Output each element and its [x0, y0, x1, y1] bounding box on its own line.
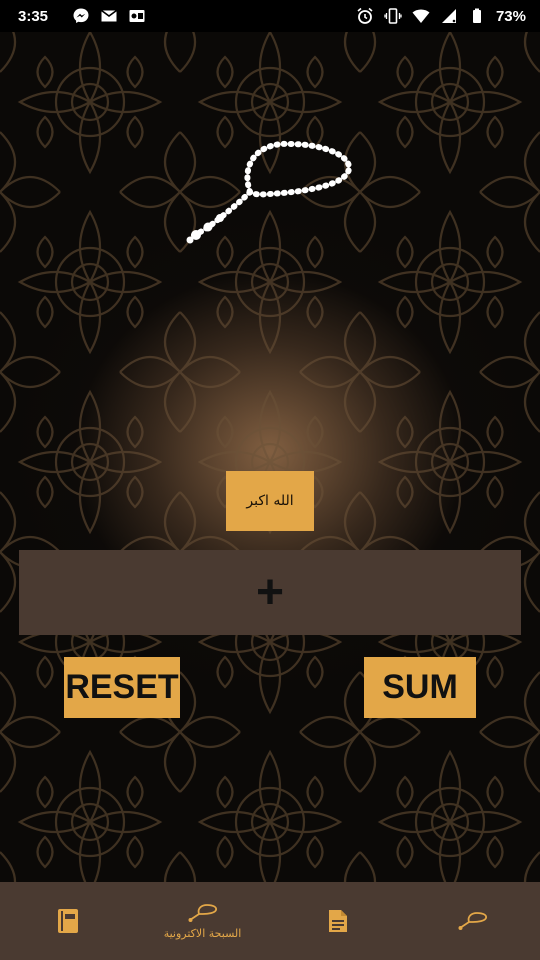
increment-button[interactable]: +	[19, 550, 521, 635]
vibrate-icon	[384, 8, 402, 24]
document-icon	[328, 910, 347, 932]
bottom-navigation: السبحة الاكترونية	[0, 882, 540, 960]
nav-item-book[interactable]	[0, 882, 135, 960]
signal-icon	[441, 9, 456, 23]
tasbih-beads-image	[186, 140, 352, 244]
nav-item-electronic-tasbih[interactable]: السبحة الاكترونية	[135, 882, 270, 960]
nav-item-document[interactable]	[270, 882, 405, 960]
gmail-icon	[101, 9, 118, 22]
status-time: 3:35	[18, 7, 49, 25]
nav-item-tasbih[interactable]	[405, 882, 540, 960]
book-icon	[57, 909, 78, 933]
ornamental-background	[0, 32, 540, 882]
status-bar: 3:35 73%	[0, 0, 540, 32]
battery-percent: 73%	[495, 7, 526, 25]
status-right: 73%	[356, 7, 526, 25]
tasbih-icon	[188, 903, 217, 922]
reset-button[interactable]: RESET	[64, 657, 180, 718]
tasbih-icon	[458, 912, 487, 930]
messenger-icon	[73, 8, 89, 23]
status-left: 3:35	[18, 7, 146, 25]
dhikr-label: الله اكبر	[226, 471, 314, 531]
dhikr-text: الله اكبر	[246, 493, 294, 509]
plus-label: +	[255, 565, 285, 619]
battery-icon	[472, 8, 481, 23]
outlook-icon	[129, 10, 145, 22]
nav-label-electronic-tasbih: السبحة الاكترونية	[163, 926, 242, 940]
wifi-icon	[412, 9, 430, 23]
sum-button[interactable]: SUM	[364, 657, 476, 718]
alarm-icon	[357, 7, 373, 24]
